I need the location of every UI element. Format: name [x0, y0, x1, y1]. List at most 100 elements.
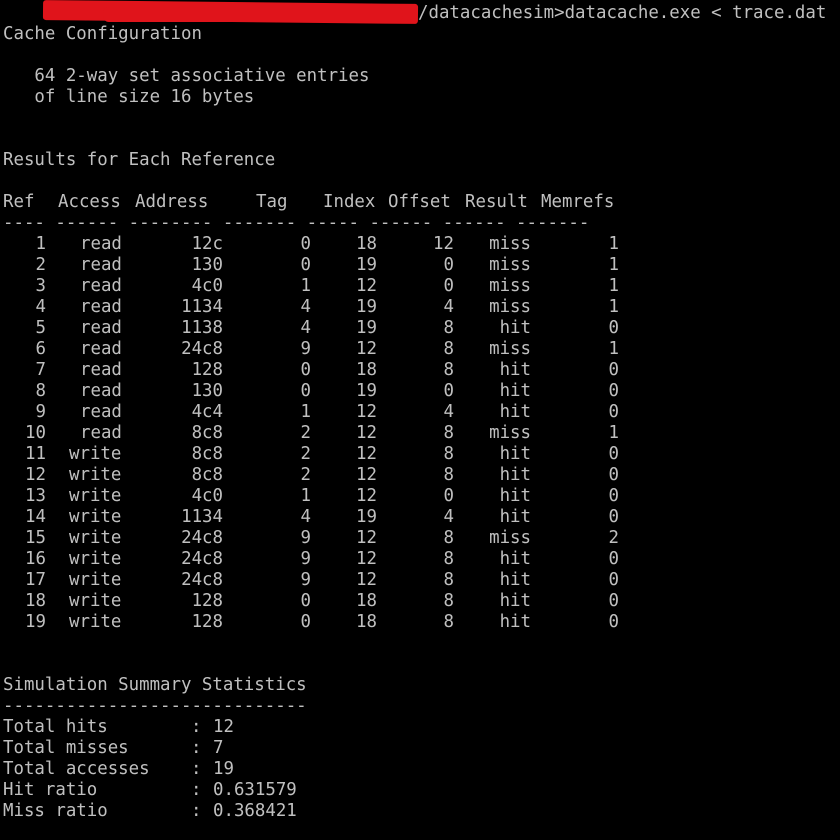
- access-cell: read: [80, 423, 122, 443]
- summary-stat-label: Miss ratio: [3, 801, 108, 821]
- memrefs-cell: 0: [608, 570, 619, 590]
- memrefs-cell: 1: [608, 234, 619, 254]
- result-cell: hit: [499, 444, 531, 464]
- address-cell: 128: [191, 612, 223, 632]
- offset-cell: 8: [443, 444, 454, 464]
- ref-cell: 15: [25, 528, 46, 548]
- offset-cell: 8: [443, 528, 454, 548]
- access-cell: write: [69, 612, 122, 632]
- result-cell: hit: [499, 318, 531, 338]
- memrefs-cell: 0: [608, 381, 619, 401]
- ref-cell: 19: [25, 612, 46, 632]
- index-cell: 19: [356, 507, 377, 527]
- tag-cell: 9: [300, 570, 311, 590]
- offset-cell: 0: [443, 255, 454, 275]
- ref-cell: 3: [35, 276, 46, 296]
- result-cell: hit: [499, 360, 531, 380]
- terminal-window[interactable]: /datacachesim>datacache.exe < trace.dat …: [3, 0, 840, 840]
- ref-cell: 17: [25, 570, 46, 590]
- memrefs-cell: 0: [608, 318, 619, 338]
- result-cell: miss: [489, 276, 531, 296]
- access-cell: write: [69, 444, 122, 464]
- access-cell: read: [80, 234, 122, 254]
- summary-stat-row: Total hits:12: [3, 717, 643, 738]
- tag-cell: 0: [300, 234, 311, 254]
- memrefs-cell: 0: [608, 360, 619, 380]
- tag-cell: 1: [300, 276, 311, 296]
- summary-stat-value: 0.368421: [213, 801, 297, 821]
- tag-cell: 1: [300, 486, 311, 506]
- summary-stat-row: Total accesses:19: [3, 759, 643, 780]
- table-row: 14 write 1134 4 19 4 hit 0: [3, 507, 643, 528]
- address-cell: 128: [191, 591, 223, 611]
- tag-cell: 2: [300, 423, 311, 443]
- summary-stat-separator: :: [191, 738, 202, 758]
- ref-cell: 8: [35, 381, 46, 401]
- summary-stat-row: Hit ratio:0.631579: [3, 780, 643, 801]
- tag-cell: 2: [300, 444, 311, 464]
- index-cell: 12: [356, 465, 377, 485]
- table-row: 11 write 8c8 2 12 8 hit 0: [3, 444, 643, 465]
- access-cell: write: [69, 465, 122, 485]
- header-index: Index: [323, 192, 376, 212]
- index-cell: 12: [356, 423, 377, 443]
- address-cell: 4c0: [191, 486, 223, 506]
- table-row: 2 read 130 0 19 0 miss 1: [3, 255, 643, 276]
- tag-cell: 4: [300, 507, 311, 527]
- offset-cell: 8: [443, 339, 454, 359]
- address-cell: 24c8: [181, 570, 223, 590]
- results-heading: Results for Each Reference: [3, 150, 276, 170]
- offset-cell: 8: [443, 570, 454, 590]
- memrefs-cell: 0: [608, 486, 619, 506]
- memrefs-cell: 1: [608, 423, 619, 443]
- offset-cell: 12: [433, 234, 454, 254]
- tag-cell: 0: [300, 591, 311, 611]
- ref-cell: 2: [35, 255, 46, 275]
- address-cell: 1134: [181, 507, 223, 527]
- ref-cell: 12: [25, 465, 46, 485]
- result-cell: hit: [499, 486, 531, 506]
- access-cell: read: [80, 360, 122, 380]
- address-cell: 130: [191, 381, 223, 401]
- header-ref: Ref: [3, 192, 35, 212]
- result-cell: hit: [499, 591, 531, 611]
- header-offset: Offset: [388, 192, 451, 212]
- access-cell: write: [69, 507, 122, 527]
- address-cell: 4c0: [191, 276, 223, 296]
- header-tag: Tag: [256, 192, 288, 212]
- index-cell: 18: [356, 360, 377, 380]
- memrefs-cell: 1: [608, 255, 619, 275]
- address-cell: 8c8: [191, 423, 223, 443]
- config-line-size-line: of line size 16 bytes: [3, 87, 255, 107]
- offset-cell: 8: [443, 591, 454, 611]
- tag-cell: 4: [300, 297, 311, 317]
- result-cell: hit: [499, 402, 531, 422]
- tag-cell: 9: [300, 339, 311, 359]
- table-row: 7 read 128 0 18 8 hit 0: [3, 360, 643, 381]
- table-row: 4 read 1134 4 19 4 miss 1: [3, 297, 643, 318]
- address-cell: 130: [191, 255, 223, 275]
- index-cell: 19: [356, 255, 377, 275]
- access-cell: read: [80, 381, 122, 401]
- offset-cell: 8: [443, 549, 454, 569]
- index-cell: 12: [356, 528, 377, 548]
- table-row: 12 write 8c8 2 12 8 hit 0: [3, 465, 643, 486]
- ref-cell: 7: [35, 360, 46, 380]
- table-row: 5 read 1138 4 19 8 hit 0: [3, 318, 643, 339]
- summary-stat-value: 12: [213, 717, 234, 737]
- offset-cell: 8: [443, 465, 454, 485]
- table-row: 1 read 12c 0 18 12 miss 1: [3, 234, 643, 255]
- ref-cell: 10: [25, 423, 46, 443]
- result-cell: hit: [499, 381, 531, 401]
- memrefs-cell: 0: [608, 549, 619, 569]
- offset-cell: 8: [443, 318, 454, 338]
- memrefs-cell: 1: [608, 339, 619, 359]
- ref-cell: 11: [25, 444, 46, 464]
- table-row: 19 write 128 0 18 8 hit 0: [3, 612, 643, 633]
- summary-stat-separator: :: [191, 717, 202, 737]
- table-row: 18 write 128 0 18 8 hit 0: [3, 591, 643, 612]
- ref-cell: 6: [35, 339, 46, 359]
- summary-stat-value: 0.631579: [213, 780, 297, 800]
- summary-stat-label: Total hits: [3, 717, 108, 737]
- access-cell: write: [69, 549, 122, 569]
